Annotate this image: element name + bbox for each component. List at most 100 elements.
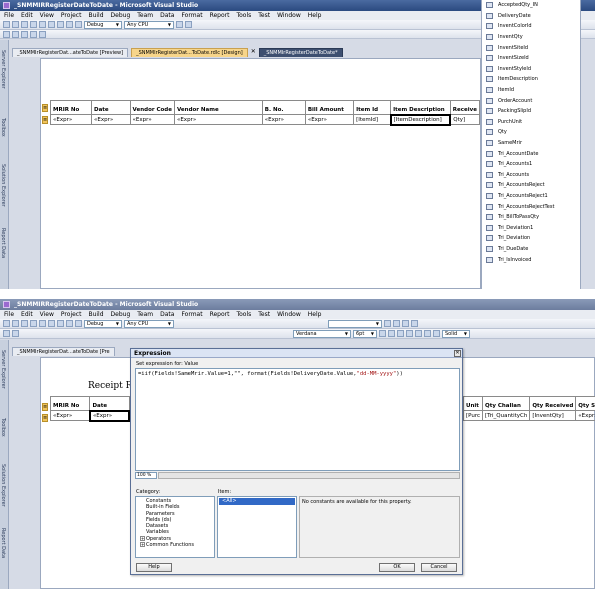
header-cell[interactable]: Date bbox=[89, 396, 130, 411]
list-item[interactable]: Tri_DueDate bbox=[482, 244, 580, 255]
list-item[interactable]: Tri_Accounts bbox=[482, 170, 580, 181]
tree-item[interactable]: + Common Functions bbox=[136, 542, 214, 548]
bold-icon[interactable] bbox=[379, 330, 386, 337]
list-item[interactable]: Tri_Deviation1 bbox=[482, 222, 580, 233]
paste-icon[interactable] bbox=[48, 320, 55, 327]
open-file-icon[interactable] bbox=[12, 21, 19, 28]
category-tree[interactable]: Constants Built-in Fields Parameters Fields… bbox=[135, 496, 215, 558]
undo-icon[interactable] bbox=[57, 21, 64, 28]
header-cell[interactable]: Date bbox=[91, 100, 131, 115]
menu-item-format[interactable]: Format bbox=[181, 11, 202, 20]
italic-icon[interactable] bbox=[12, 30, 19, 38]
report-tablix[interactable]: MRIR No Date Vendor Code Vendor Name B. … bbox=[50, 100, 481, 126]
table-cell[interactable]: «Expr» bbox=[49, 410, 91, 421]
table-cell[interactable]: [Tri_QuantityCh bbox=[482, 410, 531, 421]
list-item[interactable]: PurchUnit bbox=[482, 117, 580, 128]
table-cell[interactable]: «Expr» bbox=[261, 114, 306, 125]
cancel-button[interactable]: Cancel bbox=[421, 563, 457, 572]
menu-item-tools[interactable]: Tools bbox=[236, 310, 251, 319]
list-item[interactable]: InventSiteId bbox=[482, 42, 580, 53]
header-cell[interactable]: Vendor Name bbox=[173, 100, 263, 115]
expand-icon[interactable]: + bbox=[140, 535, 145, 541]
server-explorer-tab[interactable]: Server Explorer bbox=[0, 340, 6, 398]
server-explorer-tab[interactable]: Server Explorer bbox=[0, 40, 6, 98]
menu-item-project[interactable]: Project bbox=[61, 310, 82, 319]
cut-icon[interactable] bbox=[30, 320, 37, 327]
properties-icon[interactable] bbox=[393, 320, 400, 327]
list-item[interactable]: SameMrir bbox=[482, 138, 580, 149]
menu-item-test[interactable]: Test bbox=[258, 11, 270, 20]
table-cell-selected[interactable]: «Expr» bbox=[88, 409, 131, 422]
menu-item-report[interactable]: Report bbox=[210, 310, 230, 319]
table-cell-selected[interactable]: [ItemDescription] bbox=[389, 113, 452, 126]
menu-item-file[interactable]: File bbox=[4, 11, 14, 20]
table-cell[interactable]: [ItemId] bbox=[353, 114, 392, 125]
start-debug-icon[interactable] bbox=[75, 21, 82, 28]
row-handle-header[interactable]: ≡ bbox=[42, 104, 48, 112]
header-cell[interactable]: B. No. bbox=[261, 100, 306, 115]
list-item[interactable]: PackingSlipId bbox=[482, 106, 580, 117]
menu-item-tools[interactable]: Tools bbox=[236, 11, 251, 20]
table-cell[interactable]: «Expr» bbox=[91, 114, 131, 125]
report-data-tab[interactable]: Report Data bbox=[0, 214, 6, 272]
object-browser-icon[interactable] bbox=[402, 320, 409, 327]
new-project-icon[interactable] bbox=[3, 320, 10, 327]
undo-icon[interactable] bbox=[3, 330, 10, 337]
underline-icon[interactable] bbox=[397, 330, 404, 337]
paste-icon[interactable] bbox=[48, 21, 55, 28]
table-cell[interactable]: [Purc bbox=[462, 410, 484, 421]
menu-item-debug[interactable]: Debug bbox=[111, 310, 131, 319]
list-item[interactable]: Tri_AccountsReject1 bbox=[482, 191, 580, 202]
close-icon[interactable]: ✕ bbox=[454, 350, 461, 357]
menu-item-file[interactable]: File bbox=[4, 310, 14, 319]
table-cell[interactable]: «Expr» bbox=[575, 410, 595, 421]
list-item[interactable]: InventQty bbox=[482, 32, 580, 43]
cut-icon[interactable] bbox=[30, 21, 37, 28]
open-file-icon[interactable] bbox=[12, 320, 19, 327]
list-item[interactable]: Qty bbox=[482, 127, 580, 138]
menu-item-project[interactable]: Project bbox=[61, 11, 82, 20]
header-cell[interactable]: Item Id bbox=[353, 100, 392, 115]
align-center-icon[interactable] bbox=[424, 330, 431, 337]
horizontal-scrollbar[interactable] bbox=[158, 472, 460, 479]
list-item[interactable]: InventColorId bbox=[482, 21, 580, 32]
tab-code[interactable]: _SNMMIrRegisterDateToDate* bbox=[258, 48, 343, 57]
report-data-fields-list[interactable]: AcceptedQty_IN DeliveryDate InventColorId I… bbox=[481, 0, 581, 289]
italic-icon[interactable] bbox=[388, 330, 395, 337]
menu-item-help[interactable]: Help bbox=[308, 11, 322, 20]
menu-item-debug[interactable]: Debug bbox=[111, 11, 131, 20]
header-cell[interactable]: Qty Received bbox=[529, 396, 577, 411]
properties-icon[interactable] bbox=[185, 21, 192, 28]
redo-icon[interactable] bbox=[66, 320, 73, 327]
list-item[interactable]: InventStyleId bbox=[482, 64, 580, 75]
start-debug-icon[interactable] bbox=[75, 320, 82, 327]
font-size-combo[interactable]: 6pt ▼ bbox=[353, 329, 377, 338]
list-item[interactable]: Tri_Accounts1 bbox=[482, 159, 580, 170]
header-cell[interactable]: MRIR No bbox=[49, 396, 91, 411]
close-tab-icon[interactable]: ✕ bbox=[251, 48, 256, 57]
row-handle-detail[interactable]: ≡ bbox=[42, 116, 48, 124]
solution-explorer-tab[interactable]: Solution Explorer bbox=[0, 156, 6, 214]
menu-item-report[interactable]: Report bbox=[210, 11, 230, 20]
expand-icon[interactable]: + bbox=[140, 542, 145, 548]
list-item[interactable]: Tri_AccountDate bbox=[482, 148, 580, 159]
tab-preview[interactable]: _SNMMIrRegisterDat...ateToDate [Pre bbox=[12, 347, 115, 356]
report-title-textbox[interactable]: Receipt R bbox=[88, 381, 132, 391]
menu-item-format[interactable]: Format bbox=[181, 310, 202, 319]
menu-item-team[interactable]: Team bbox=[137, 11, 153, 20]
report-tablix-left[interactable]: MRIR No Date «Expr» «Expr» bbox=[49, 396, 131, 422]
list-item-selected[interactable]: <All> bbox=[219, 498, 295, 505]
toolbox-icon[interactable] bbox=[411, 320, 418, 327]
table-cell[interactable]: «Expr» bbox=[304, 114, 355, 125]
table-cell[interactable]: Qty] bbox=[449, 114, 481, 125]
header-cell[interactable]: Item Description bbox=[390, 100, 451, 115]
bold-icon[interactable] bbox=[3, 30, 10, 38]
menu-item-data[interactable]: Data bbox=[160, 11, 174, 20]
tab-design[interactable]: _SNMMIrRegisterDat...ToDate.rdlc [Design… bbox=[131, 48, 248, 57]
row-handle-header[interactable]: ≡ bbox=[42, 403, 48, 411]
list-item[interactable]: Tri_Deviation bbox=[482, 233, 580, 244]
item-list[interactable]: <All> bbox=[217, 496, 297, 558]
list-item[interactable]: AcceptedQty_IN bbox=[482, 0, 580, 11]
list-item[interactable]: ItemDescription bbox=[482, 74, 580, 85]
menu-item-edit[interactable]: Edit bbox=[21, 310, 33, 319]
